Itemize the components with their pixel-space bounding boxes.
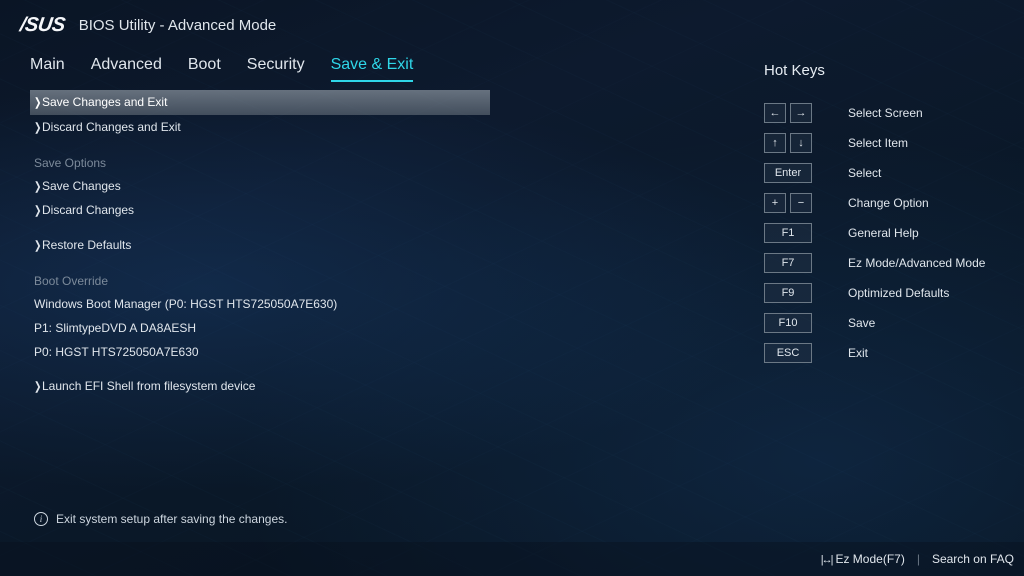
header: /SUS BIOS Utility - Advanced Mode — [0, 0, 1024, 55]
chevron-right-icon: ❯ — [34, 378, 40, 394]
hotkey-label: Change Option — [848, 196, 929, 210]
hotkey-keys: F10 — [764, 313, 848, 333]
menu-item[interactable]: ❯Discard Changes and Exit — [30, 115, 490, 140]
menu-item[interactable]: ❯Save Changes — [30, 174, 490, 199]
keycap: F10 — [764, 313, 812, 333]
main-panel: MainAdvancedBootSecuritySave & Exit ❯Sav… — [0, 52, 764, 540]
menu-item[interactable]: ❯Restore Defaults — [30, 233, 490, 258]
hotkey-row: F1 General Help — [764, 223, 1004, 243]
keycap: ↑ — [764, 133, 786, 153]
hotkey-label: Exit — [848, 346, 868, 360]
hotkey-label: Select — [848, 166, 881, 180]
keycap: ← — [764, 103, 786, 123]
hotkey-label: Select Item — [848, 136, 908, 150]
info-text: Exit system setup after saving the chang… — [56, 512, 287, 526]
hotkeys-title: Hot Keys — [764, 62, 1004, 79]
menu-item-label: Discard Changes and Exit — [42, 119, 181, 136]
hotkey-keys: +− — [764, 193, 848, 213]
hotkey-keys: F7 — [764, 253, 848, 273]
footer-divider: | — [917, 552, 920, 566]
keycap: ESC — [764, 343, 812, 363]
keycap: F7 — [764, 253, 812, 273]
hotkey-label: Save — [848, 316, 875, 330]
info-icon: i — [34, 512, 48, 526]
menu-spacer — [30, 223, 490, 233]
keycap: F1 — [764, 223, 812, 243]
mode-toggle-icon: |↔| — [821, 554, 832, 566]
hotkey-label: Select Screen — [848, 106, 923, 120]
hotkey-row: F9 Optimized Defaults — [764, 283, 1004, 303]
keycap: ↓ — [790, 133, 812, 153]
menu-item[interactable]: ❯Save Changes and Exit — [30, 90, 490, 115]
hotkey-keys: ←→ — [764, 103, 848, 123]
tab-save-exit[interactable]: Save & Exit — [331, 52, 414, 82]
keycap: → — [790, 103, 812, 123]
keycap: − — [790, 193, 812, 213]
brand-logo: /SUS — [18, 14, 66, 37]
hotkey-row: ↑↓Select Item — [764, 133, 1004, 153]
keycap: + — [764, 193, 786, 213]
hotkey-keys: ESC — [764, 343, 848, 363]
hotkey-keys: Enter — [764, 163, 848, 183]
hotkey-keys: ↑↓ — [764, 133, 848, 153]
hotkey-keys: F9 — [764, 283, 848, 303]
menu-item[interactable]: Windows Boot Manager (P0: HGST HTS725050… — [30, 292, 490, 316]
tab-bar: Main Advanced Boot Security Save & Exit — [30, 52, 764, 82]
menu-item-label: Save Changes — [42, 178, 121, 195]
menu-item[interactable]: P0: HGST HTS725050A7E630 — [30, 340, 490, 364]
chevron-right-icon: ❯ — [34, 119, 40, 135]
footer-bar: |↔|Ez Mode(F7) | Search on FAQ — [0, 542, 1024, 576]
keycap: F9 — [764, 283, 812, 303]
tab-main[interactable]: Main — [30, 52, 65, 82]
hotkey-label: General Help — [848, 226, 919, 240]
ez-mode-button[interactable]: |↔|Ez Mode(F7) — [821, 552, 905, 566]
hotkey-row: +−Change Option — [764, 193, 1004, 213]
menu-section-header: Boot Override — [30, 258, 490, 292]
menu-item-label: Restore Defaults — [42, 237, 131, 254]
hotkey-label: Ez Mode/Advanced Mode — [848, 256, 985, 270]
hotkey-row: F10 Save — [764, 313, 1004, 333]
hotkey-row: ←→Select Screen — [764, 103, 1004, 123]
menu-item[interactable]: ❯Launch EFI Shell from filesystem device — [30, 374, 490, 399]
keycap: Enter — [764, 163, 812, 183]
hotkey-row: F7 Ez Mode/Advanced Mode — [764, 253, 1004, 273]
info-bar: i Exit system setup after saving the cha… — [34, 512, 287, 526]
chevron-right-icon: ❯ — [34, 178, 40, 194]
menu-item-label: Save Changes and Exit — [42, 94, 167, 111]
menu-list: ❯Save Changes and Exit❯Discard Changes a… — [30, 90, 490, 399]
menu-section-header: Save Options — [30, 140, 490, 174]
menu-spacer — [30, 364, 490, 374]
menu-item-label: Launch EFI Shell from filesystem device — [42, 378, 255, 395]
hotkeys-panel: Hot Keys ←→Select Screen↑↓Select ItemEnt… — [764, 52, 1024, 540]
menu-item[interactable]: ❯Discard Changes — [30, 198, 490, 223]
chevron-right-icon: ❯ — [34, 203, 40, 219]
menu-item-label: Discard Changes — [42, 202, 134, 219]
hotkey-row: ESC Exit — [764, 343, 1004, 363]
page-title: BIOS Utility - Advanced Mode — [79, 17, 277, 34]
tab-advanced[interactable]: Advanced — [91, 52, 162, 82]
hotkey-row: Enter Select — [764, 163, 1004, 183]
search-faq-button[interactable]: Search on FAQ — [932, 552, 1014, 566]
tab-boot[interactable]: Boot — [188, 52, 221, 82]
chevron-right-icon: ❯ — [34, 94, 40, 110]
tab-security[interactable]: Security — [247, 52, 305, 82]
chevron-right-icon: ❯ — [34, 237, 40, 253]
hotkey-label: Optimized Defaults — [848, 286, 949, 300]
hotkey-keys: F1 — [764, 223, 848, 243]
menu-item[interactable]: P1: SlimtypeDVD A DA8AESH — [30, 316, 490, 340]
